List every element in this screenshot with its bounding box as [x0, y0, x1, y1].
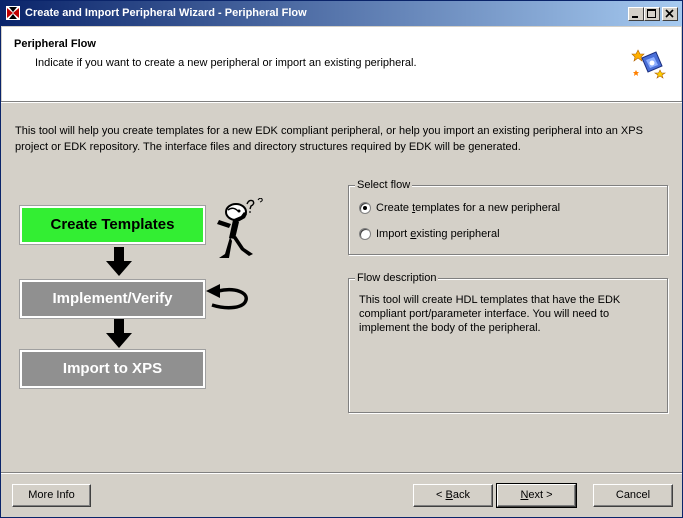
back-button[interactable]: < Back: [413, 484, 493, 507]
thinking-figure-icon: [217, 198, 263, 258]
maximize-icon: [647, 9, 656, 18]
flow-description-group-label: Flow description: [355, 272, 439, 284]
wizard-puzzle-icon: [631, 49, 666, 79]
radio-import-existing-label[interactable]: Import existing peripheral: [376, 228, 500, 240]
page-title: Peripheral Flow: [14, 38, 96, 50]
flow-step-import-to-xps: Import to XPS: [19, 349, 206, 389]
minimize-button[interactable]: [628, 7, 644, 21]
more-info-button[interactable]: More Info: [12, 484, 91, 507]
flow-description-text: This tool will create HDL templates that…: [359, 294, 621, 334]
close-icon: [665, 9, 674, 18]
xilinx-icon: [6, 6, 20, 20]
radio-create-templates[interactable]: [359, 202, 371, 214]
footer-divider: [1, 472, 682, 474]
wizard-header: Peripheral Flow Indicate if you want to …: [2, 27, 681, 101]
radio-create-templates-label[interactable]: Create templates for a new peripheral: [376, 202, 560, 214]
radio-import-existing[interactable]: [359, 228, 371, 240]
flow-description-group: Flow description This tool will create H…: [348, 272, 668, 413]
header-divider: [1, 101, 682, 103]
next-button[interactable]: Next >: [496, 483, 577, 508]
loop-arrow-icon: [206, 284, 248, 310]
page-subtitle: Indicate if you want to create a new per…: [35, 57, 417, 69]
title-bar[interactable]: Create and Import Peripheral Wizard - Pe…: [1, 1, 682, 26]
select-flow-group-label: Select flow: [355, 179, 413, 191]
flow-arrow-down-icon: [106, 319, 132, 348]
radio-selected-dot: [363, 206, 367, 210]
flow-step-create-templates: Create Templates: [19, 205, 206, 245]
cancel-button[interactable]: Cancel: [593, 484, 673, 507]
wizard-window: Create and Import Peripheral Wizard - Pe…: [0, 0, 683, 518]
flow-arrow-down-icon: [106, 247, 132, 276]
maximize-button[interactable]: [644, 7, 660, 21]
select-flow-group: Select flow Create templates for a new p…: [348, 179, 668, 255]
window-title: Create and Import Peripheral Wizard - Pe…: [25, 7, 307, 19]
close-button[interactable]: [662, 7, 678, 21]
intro-text: This tool will help you create templates…: [15, 125, 643, 153]
flow-step-implement-verify: Implement/Verify: [19, 279, 206, 319]
minimize-icon: [632, 16, 638, 18]
